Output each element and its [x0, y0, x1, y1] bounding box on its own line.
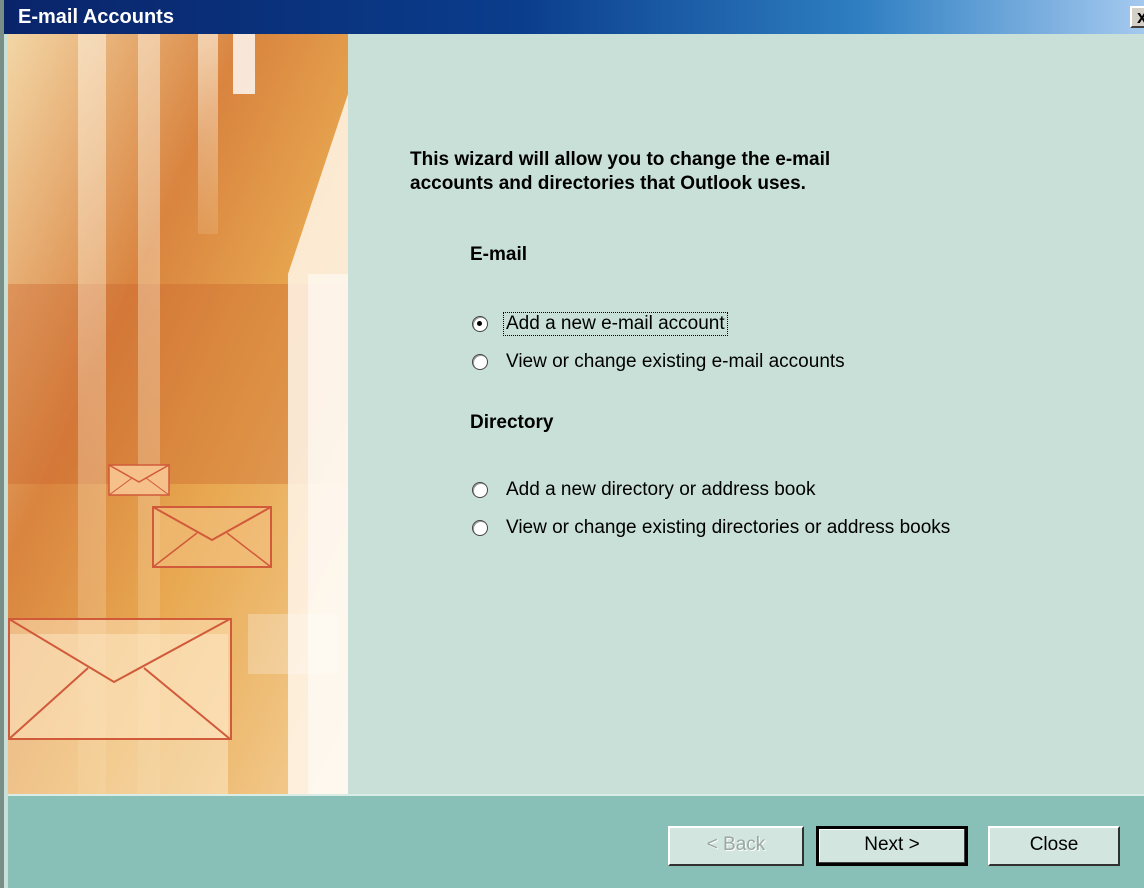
directory-section-title: Directory	[470, 412, 554, 433]
envelope-icon	[152, 506, 272, 568]
radio-label[interactable]: Add a new e-mail account	[503, 312, 728, 336]
intro-line-1: This wizard will allow you to change the…	[410, 149, 831, 170]
envelope-icon	[108, 464, 170, 496]
radio-add-directory[interactable]: Add a new directory or address book	[472, 478, 817, 502]
next-button[interactable]: Next >	[816, 826, 968, 866]
email-section-title: E-mail	[470, 244, 528, 265]
email-accounts-dialog: E-mail Accounts x This wizard will allow…	[0, 0, 1144, 888]
title-bar[interactable]: E-mail Accounts x	[4, 0, 1144, 34]
radio-add-email-account[interactable]: Add a new e-mail account	[472, 312, 728, 336]
close-button[interactable]: Close	[988, 826, 1120, 866]
radio-label[interactable]: View or change existing e-mail accounts	[504, 351, 847, 373]
radio-view-email-accounts[interactable]: View or change existing e-mail accounts	[472, 350, 847, 374]
intro-text: This wizard will allow you to change the…	[410, 148, 830, 196]
radio-view-directories[interactable]: View or change existing directories or a…	[472, 516, 952, 540]
close-icon[interactable]: x	[1130, 6, 1144, 28]
radio-button[interactable]	[472, 482, 488, 498]
wizard-side-image	[8, 34, 348, 794]
button-bar	[8, 794, 1144, 888]
window-title: E-mail Accounts	[18, 6, 174, 28]
radio-button-selected[interactable]	[472, 316, 488, 332]
radio-button[interactable]	[472, 520, 488, 536]
radio-button[interactable]	[472, 354, 488, 370]
back-button[interactable]: < Back	[668, 826, 804, 866]
radio-label[interactable]: View or change existing directories or a…	[504, 517, 952, 539]
envelope-icon	[8, 618, 232, 740]
intro-line-2: accounts and directories that Outlook us…	[410, 173, 806, 194]
radio-label[interactable]: Add a new directory or address book	[504, 479, 817, 501]
wizard-content: This wizard will allow you to change the…	[348, 34, 1144, 794]
